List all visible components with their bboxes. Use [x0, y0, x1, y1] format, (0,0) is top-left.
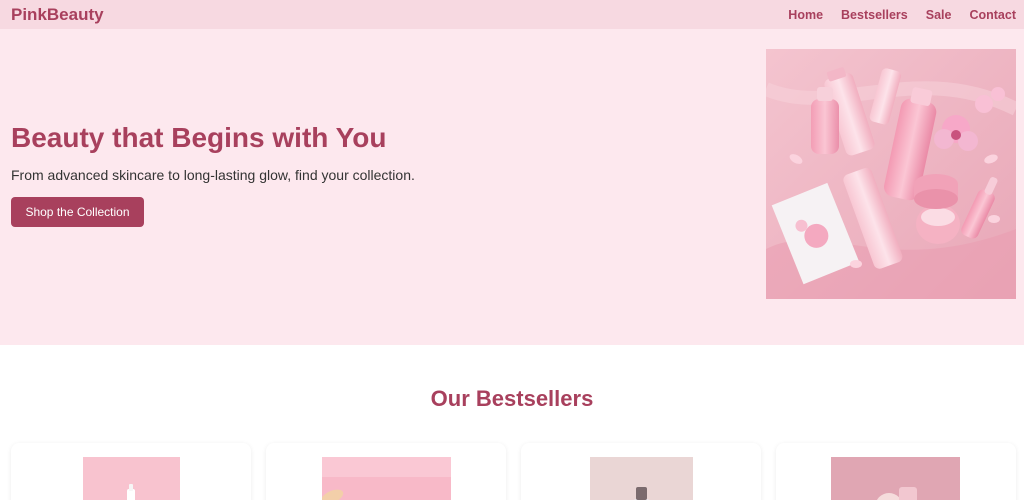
product-1-image-icon — [83, 457, 180, 500]
product-card[interactable] — [266, 443, 506, 500]
product-3-image[interactable] — [590, 457, 693, 500]
nav-link-sale[interactable]: Sale — [926, 8, 952, 22]
shop-collection-button[interactable]: Shop the Collection — [11, 197, 144, 227]
skincare-products-image — [766, 49, 1016, 299]
product-card[interactable] — [11, 443, 251, 500]
product-1-image[interactable] — [83, 457, 180, 500]
hero-section: Beauty that Begins with You From advance… — [0, 29, 1024, 345]
top-navigation-bar: PinkBeauty Home Bestsellers Sale Contact — [0, 0, 1024, 29]
product-2-image[interactable] — [322, 457, 451, 500]
hero-subtitle: From advanced skincare to long-lasting g… — [11, 167, 415, 183]
product-3-image-icon — [590, 457, 693, 500]
product-4-image-icon — [831, 457, 960, 500]
bestsellers-title: Our Bestsellers — [430, 386, 594, 411]
main-nav: Home Bestsellers Sale Contact — [788, 8, 1016, 22]
product-4-image[interactable] — [831, 457, 960, 500]
hero-title: Beauty that Begins with You — [11, 122, 387, 153]
product-card[interactable] — [521, 443, 761, 500]
hero-product-image — [766, 49, 1016, 299]
nav-link-bestsellers[interactable]: Bestsellers — [841, 8, 908, 22]
product-2-image-icon — [322, 457, 451, 500]
nav-link-contact[interactable]: Contact — [969, 8, 1016, 22]
product-card[interactable] — [776, 443, 1016, 500]
nav-link-home[interactable]: Home — [788, 8, 823, 22]
brand-logo[interactable]: PinkBeauty — [11, 5, 104, 25]
